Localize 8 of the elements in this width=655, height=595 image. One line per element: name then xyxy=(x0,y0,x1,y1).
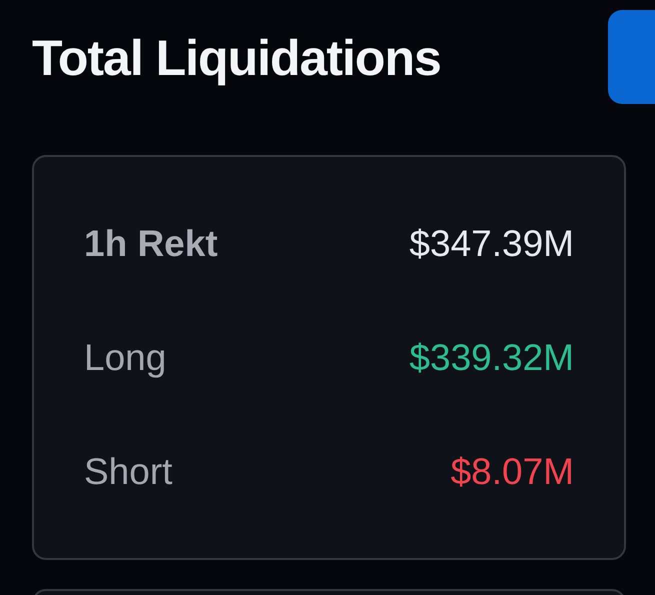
stat-label: 1h Rekt xyxy=(84,222,218,266)
stat-value: $347.39M xyxy=(409,222,574,266)
stat-value: $339.32M xyxy=(409,336,574,380)
stat-value: $8.07M xyxy=(450,450,574,494)
stat-label: Short xyxy=(84,450,172,494)
page-title: Total Liquidations xyxy=(32,29,441,88)
stat-label: Long xyxy=(84,336,166,380)
action-button[interactable] xyxy=(608,10,655,104)
